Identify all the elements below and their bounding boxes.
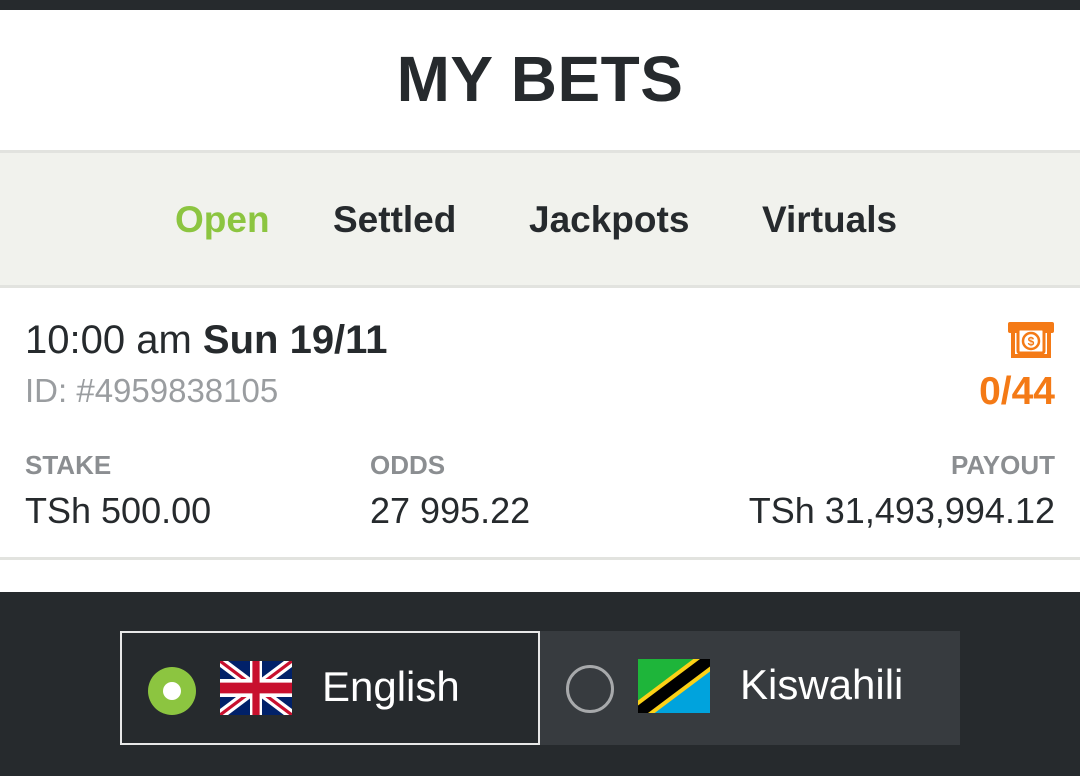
uk-flag-icon [220,661,292,715]
bet-date: Sun 19/11 [202,318,388,362]
stake-label: STAKE [25,450,112,480]
tab-jackpots[interactable]: Jackpots [529,199,689,241]
bet-id: ID: #4959838105 [25,372,279,409]
radio-unselected-icon[interactable] [566,665,614,713]
page-title: MY BETS [396,43,684,115]
tanzania-flag-icon [638,659,710,713]
page-header: MY BETS [0,10,1080,150]
tab-open[interactable]: Open [175,199,270,241]
language-label-kiswahili: Kiswahili [740,661,904,708]
odds-label: ODDS [370,450,446,480]
payout-label: PAYOUT [950,450,1055,480]
language-option-english[interactable]: English [120,631,540,745]
stake-value: TSh 500.00 [25,490,212,531]
bet-tabs: Open Settled Jackpots Virtuals [0,150,1080,288]
list-spacer [0,563,1080,592]
tab-settled[interactable]: Settled [333,199,456,241]
odds-value: 27 995.22 [370,490,531,531]
tab-virtuals[interactable]: Virtuals [762,199,897,241]
top-status-strip [0,0,1080,10]
radio-selected-icon[interactable] [148,667,196,715]
svg-text:$: $ [1028,335,1035,349]
bet-time: 10:00 am [25,318,192,362]
language-footer: English Kiswahili [0,592,1080,776]
language-option-kiswahili[interactable]: Kiswahili [540,631,960,745]
payout-value: TSh 31,493,994.12 [748,490,1055,531]
bet-progress: 0/44 [979,370,1055,413]
bet-datetime: 10:00 am Sun 19/11 [25,318,387,363]
cashout-icon[interactable]: $ [1008,322,1054,358]
bet-card[interactable]: 10:00 am Sun 19/11 ID: #4959838105 $ 0/4… [0,288,1080,560]
language-label-english: English [322,663,460,710]
